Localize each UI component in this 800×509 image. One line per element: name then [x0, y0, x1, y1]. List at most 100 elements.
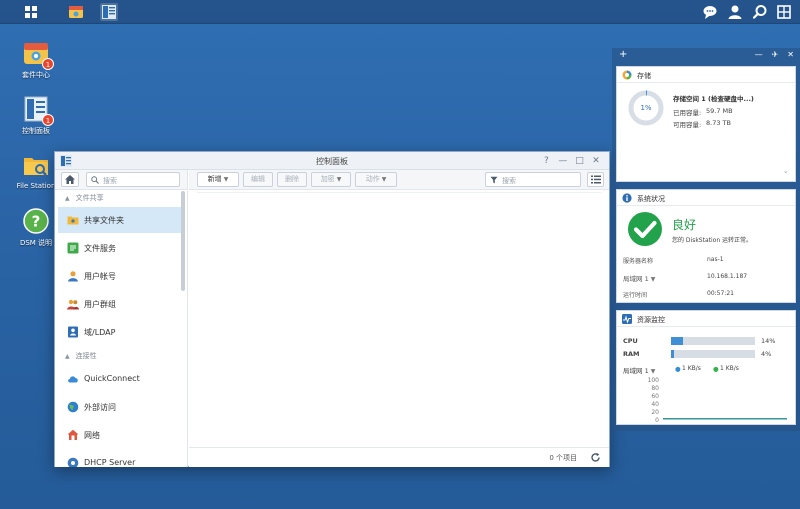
download-speed: 1 KB/s — [720, 365, 739, 372]
file-services-icon — [67, 242, 79, 254]
package-center-icon[interactable] — [67, 3, 85, 21]
ram-value: 4% — [761, 350, 772, 358]
help-button[interactable]: ? — [539, 155, 553, 167]
sidebar-section-connectivity[interactable]: ▲ 连接性 — [55, 349, 180, 363]
sidebar-item-label: DHCP Server — [84, 458, 136, 467]
sidebar-item-label: 文件服务 — [84, 244, 116, 253]
check-icon — [628, 212, 662, 246]
cpu-usage-bar — [671, 337, 755, 345]
cloud-icon — [67, 373, 79, 385]
widget-panel-header: + — ✈ ✕ — [612, 48, 800, 62]
search-icon[interactable] — [751, 3, 769, 21]
maximize-button[interactable]: □ — [572, 155, 586, 167]
sidebar-search-input[interactable]: 搜索 — [86, 172, 180, 187]
desktop-icon-package-center[interactable]: 1 套件中心 — [8, 38, 64, 80]
desktop-icon-control-panel[interactable]: 1 控制面板 — [8, 94, 64, 136]
folder-icon — [21, 150, 51, 180]
chart-tick-label: 80 — [651, 385, 659, 392]
chart-plot — [663, 418, 787, 420]
sidebar-toolbar: 搜索 — [55, 170, 188, 190]
globe-icon — [67, 401, 79, 413]
sidebar-item-shared-folder[interactable]: 共享文件夹 — [58, 207, 181, 233]
health-status: 良好 — [672, 218, 697, 232]
ram-usage-fill — [671, 350, 675, 358]
list-view-button[interactable] — [587, 172, 604, 187]
sidebar-item-user[interactable]: 用户帐号 — [58, 263, 181, 289]
sidebar-item-domain-ldap[interactable]: 域/LDAP — [58, 319, 181, 345]
chart-tick-label: 60 — [651, 393, 659, 400]
lan-traffic-selector[interactable]: 局域网 1 ▼ — [623, 365, 655, 375]
action-button[interactable]: 动作 ▼ — [355, 172, 397, 187]
info-icon — [622, 193, 632, 203]
sidebar-item-external-access[interactable]: 外部访问 — [58, 394, 181, 420]
sidebar-item-file-services[interactable]: 文件服务 — [58, 235, 181, 261]
storage-icon — [622, 70, 632, 80]
chat-icon[interactable] — [701, 3, 719, 21]
chart-tick-label: 0 — [655, 417, 659, 424]
chevron-up-icon: ▲ — [65, 353, 70, 360]
desktop-icon-label: 套件中心 — [22, 71, 50, 79]
minimize-widget-button[interactable]: — — [755, 50, 763, 59]
control-panel-window: 控制面板 ? — □ ✕ 搜索 新增▼ 编辑 删除 加密▼ 动作▼ 搜索 — [54, 151, 610, 467]
chevron-up-icon: ▲ — [65, 195, 70, 202]
search-placeholder: 搜索 — [103, 177, 117, 185]
chart-tick-label: 20 — [651, 409, 659, 416]
section-label: 文件共享 — [75, 194, 104, 202]
control-panel-icon[interactable] — [100, 3, 118, 21]
close-button[interactable]: ✕ — [589, 155, 603, 167]
sidebar-item-quickconnect[interactable]: QuickConnect — [58, 366, 181, 392]
cpu-usage-fill — [671, 337, 683, 345]
sidebar-item-label: 外部访问 — [84, 403, 116, 412]
refresh-icon — [591, 452, 600, 462]
control-panel-icon: 1 — [21, 94, 54, 126]
shared-folder-list[interactable] — [189, 191, 609, 447]
sidebar-item-group[interactable]: 用户群组 — [58, 291, 181, 317]
minimize-button[interactable]: — — [556, 155, 570, 167]
network-traffic-chart: 100 80 60 40 20 0 — [623, 377, 791, 424]
system-health-widget: 系统状况 良好 您的 DiskStation 运转正常。 服务器名称 nas-1… — [616, 189, 796, 303]
sidebar: ▲ 文件共享 共享文件夹 文件服务 用户帐号 用户群组 域/LDAP ▲ 连接性 Q… — [55, 191, 188, 467]
search-icon — [91, 176, 99, 184]
user-icon[interactable] — [726, 3, 744, 21]
widget-header: 存储 — [617, 67, 795, 83]
storage-widget: 存储 1% 存储空间 1 (检查硬盘中...) 已用容量: 59.7 MB 可用… — [616, 66, 796, 182]
uptime-value: 00:57:21 — [707, 290, 734, 297]
sidebar-scrollbar[interactable] — [181, 191, 185, 291]
main-menu-icon[interactable] — [22, 3, 40, 21]
chevron-down-icon[interactable]: ⌄ — [783, 167, 788, 175]
window-title: 控制面板 — [316, 157, 348, 166]
search-placeholder: 搜索 — [502, 177, 516, 185]
edit-button[interactable]: 编辑 — [243, 172, 273, 187]
window-titlebar[interactable]: 控制面板 ? — □ ✕ — [55, 152, 609, 170]
content-search-input[interactable]: 搜索 — [485, 172, 581, 187]
pin-icon[interactable]: ✈ — [772, 50, 779, 59]
section-label: 连接性 — [75, 352, 97, 360]
home-button[interactable] — [61, 172, 79, 187]
home-icon — [65, 175, 75, 184]
sidebar-item-network[interactable]: 网络 — [58, 422, 181, 448]
sidebar-section-file-sharing[interactable]: ▲ 文件共享 — [55, 191, 180, 205]
chevron-down-icon: ▼ — [650, 276, 656, 283]
new-button[interactable]: 新增 ▼ — [197, 172, 239, 187]
widget-header: 资源监控 — [617, 311, 795, 327]
new-button-label: 新增 — [207, 175, 222, 183]
taskbar — [0, 0, 800, 24]
refresh-button[interactable] — [590, 452, 601, 463]
ram-usage-bar — [671, 350, 755, 358]
encrypt-button[interactable]: 加密 ▼ — [311, 172, 351, 187]
lan-label: 局域网 1 — [623, 367, 649, 375]
used-capacity-value: 59.7 MB — [706, 107, 733, 115]
sidebar-item-dhcp-server[interactable]: DHCP Server — [58, 450, 181, 467]
lan-selector[interactable]: 局域网 1 ▼ — [623, 273, 655, 283]
resource-monitor-icon — [622, 314, 632, 324]
delete-button[interactable]: 删除 — [277, 172, 307, 187]
widgets-icon[interactable] — [775, 3, 793, 21]
used-capacity-label: 已用容量: — [673, 109, 702, 117]
close-icon[interactable]: ✕ — [787, 50, 794, 59]
network-home-icon — [67, 429, 79, 441]
dhcp-server-icon — [67, 457, 79, 467]
list-header-divider — [197, 192, 601, 193]
action-button-label: 动作 — [365, 175, 380, 183]
add-widget-button[interactable]: + — [619, 49, 627, 61]
svg-text:?: ? — [32, 213, 41, 231]
